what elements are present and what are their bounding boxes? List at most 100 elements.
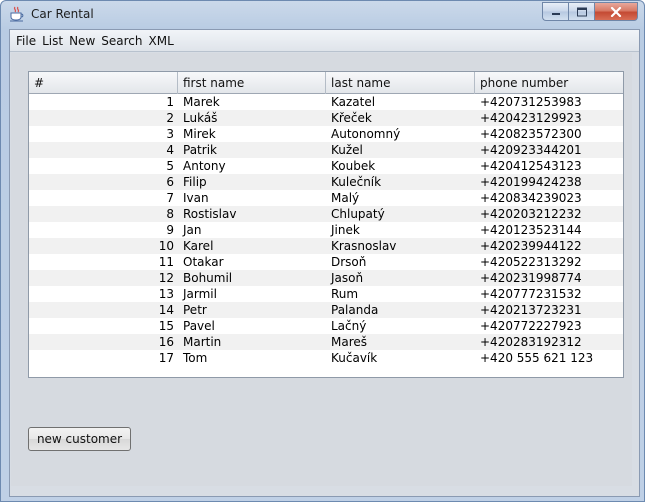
cell-first-name: Rostislav bbox=[183, 207, 237, 221]
new-customer-button[interactable]: new customer bbox=[28, 427, 131, 451]
cell-phone-number: +420199424238 bbox=[480, 175, 582, 189]
cell-last-name: Mareš bbox=[331, 335, 368, 349]
menu-search[interactable]: Search bbox=[98, 31, 145, 51]
cell-phone-number: +420231998774 bbox=[480, 271, 582, 285]
cell-first-name: Antony bbox=[183, 159, 226, 173]
cell-first-name: Karel bbox=[183, 239, 214, 253]
cell-last-name: Autonomný bbox=[331, 127, 401, 141]
cell-number: 11 bbox=[158, 255, 174, 269]
table-row[interactable]: 2 Lukáš Křeček +420423129923 bbox=[29, 110, 623, 126]
cell-last-name: Malý bbox=[331, 191, 360, 205]
cell-last-name: Palanda bbox=[331, 303, 379, 317]
app-window: Car Rental File List New Search XML # fi… bbox=[0, 0, 645, 502]
table-row[interactable]: 5 Antony Koubek +420412543123 bbox=[29, 158, 623, 174]
column-header-first-name[interactable]: first name bbox=[178, 72, 326, 94]
menu-file[interactable]: File bbox=[13, 31, 39, 51]
cell-phone-number: +420239944122 bbox=[480, 239, 582, 253]
cell-number: 5 bbox=[166, 159, 174, 173]
cell-number: 6 bbox=[166, 175, 174, 189]
cell-first-name: Filip bbox=[183, 175, 207, 189]
table-row[interactable]: 8 Rostislav Chlupatý +420203212232 bbox=[29, 206, 623, 222]
cell-number: 8 bbox=[166, 207, 174, 221]
cell-last-name: Kužel bbox=[331, 143, 363, 157]
cell-last-name: Koubek bbox=[331, 159, 376, 173]
cell-first-name: Petr bbox=[183, 303, 207, 317]
minimize-icon bbox=[551, 12, 560, 15]
table-row[interactable]: 9 Jan Jinek +420123523144 bbox=[29, 222, 623, 238]
cell-first-name: Pavel bbox=[183, 319, 215, 333]
cell-phone-number: +420834239023 bbox=[480, 191, 582, 205]
cell-number: 2 bbox=[166, 111, 174, 125]
table-row[interactable]: 4 Patrik Kužel +420923344201 bbox=[29, 142, 623, 158]
cell-last-name: Kulečník bbox=[331, 175, 382, 189]
cell-number: 15 bbox=[158, 319, 174, 333]
cell-number: 16 bbox=[158, 335, 174, 349]
menu-list[interactable]: List bbox=[39, 31, 66, 51]
maximize-icon bbox=[576, 7, 587, 16]
cell-number: 14 bbox=[158, 303, 174, 317]
table-row[interactable]: 1 Marek Kazatel +420731253983 bbox=[29, 94, 623, 110]
window-title: Car Rental bbox=[31, 7, 94, 21]
menu-new[interactable]: New bbox=[66, 31, 98, 51]
cell-last-name: Kučavík bbox=[331, 351, 378, 365]
table-row[interactable]: 6 Filip Kulečník +420199424238 bbox=[29, 174, 623, 190]
cell-first-name: Ivan bbox=[183, 191, 209, 205]
cell-number: 12 bbox=[158, 271, 174, 285]
cell-phone-number: +420 555 621 123 bbox=[480, 351, 594, 365]
cell-phone-number: +420823572300 bbox=[480, 127, 582, 141]
cell-first-name: Lukáš bbox=[183, 111, 218, 125]
content-panel: # first name last name phone number 1 Mar… bbox=[11, 53, 632, 486]
table-header: # first name last name phone number bbox=[29, 72, 623, 94]
table-row[interactable]: 17 Tom Kučavík +420 555 621 123 bbox=[29, 350, 623, 366]
cell-phone-number: +420522313292 bbox=[480, 255, 582, 269]
menu-xml[interactable]: XML bbox=[146, 31, 177, 51]
table-row[interactable]: 12 Bohumil Jasoň +420231998774 bbox=[29, 270, 623, 286]
title-bar[interactable]: Car Rental bbox=[1, 1, 644, 29]
column-header-phone-number[interactable]: phone number bbox=[475, 72, 623, 94]
menu-bar: File List New Search XML bbox=[10, 30, 639, 52]
table-row[interactable]: 11 Otakar Drsoň +420522313292 bbox=[29, 254, 623, 270]
cell-last-name: Jinek bbox=[331, 223, 360, 237]
cell-phone-number: +420423129923 bbox=[480, 111, 582, 125]
cell-phone-number: +420923344201 bbox=[480, 143, 582, 157]
column-header-number[interactable]: # bbox=[29, 72, 178, 94]
cell-last-name: Kazatel bbox=[331, 95, 376, 109]
table-row[interactable]: 3 Mirek Autonomný +420823572300 bbox=[29, 126, 623, 142]
cell-number: 1 bbox=[166, 95, 174, 109]
cell-last-name: Lačný bbox=[331, 319, 367, 333]
table-row[interactable]: 16 Martin Mareš +420283192312 bbox=[29, 334, 623, 350]
cell-number: 7 bbox=[166, 191, 174, 205]
cell-first-name: Jan bbox=[183, 223, 202, 237]
cell-number: 3 bbox=[166, 127, 174, 141]
cell-phone-number: +420213723231 bbox=[480, 303, 582, 317]
column-header-last-name[interactable]: last name bbox=[326, 72, 475, 94]
table-body: 1 Marek Kazatel +420731253983 2 Lukáš Křeček +4… bbox=[29, 94, 623, 366]
close-button[interactable] bbox=[594, 2, 638, 21]
table-row[interactable]: 14 Petr Palanda +420213723231 bbox=[29, 302, 623, 318]
table-row[interactable]: 13 Jarmil Rum +420777231532 bbox=[29, 286, 623, 302]
cell-phone-number: +420203212232 bbox=[480, 207, 582, 221]
cell-phone-number: +420412543123 bbox=[480, 159, 582, 173]
cell-phone-number: +420123523144 bbox=[480, 223, 582, 237]
cell-first-name: Marek bbox=[183, 95, 220, 109]
cell-first-name: Martin bbox=[183, 335, 222, 349]
table-row[interactable]: 7 Ivan Malý +420834239023 bbox=[29, 190, 623, 206]
cell-phone-number: +420731253983 bbox=[480, 95, 582, 109]
cell-last-name: Krasnoslav bbox=[331, 239, 397, 253]
cell-number: 9 bbox=[166, 223, 174, 237]
cell-first-name: Patrik bbox=[183, 143, 217, 157]
cell-first-name: Bohumil bbox=[183, 271, 233, 285]
cell-first-name: Jarmil bbox=[183, 287, 217, 301]
cell-number: 4 bbox=[166, 143, 174, 157]
java-cup-icon[interactable] bbox=[9, 6, 25, 22]
maximize-button[interactable] bbox=[568, 2, 594, 21]
cell-phone-number: +420777231532 bbox=[480, 287, 582, 301]
minimize-button[interactable] bbox=[542, 2, 568, 21]
table-row[interactable]: 10 Karel Krasnoslav +420239944122 bbox=[29, 238, 623, 254]
cell-first-name: Tom bbox=[183, 351, 208, 365]
cell-number: 17 bbox=[158, 351, 174, 365]
customer-table[interactable]: # first name last name phone number 1 Mar… bbox=[28, 71, 624, 378]
cell-last-name: Jasoň bbox=[331, 271, 364, 285]
table-row[interactable]: 15 Pavel Lačný +420772227923 bbox=[29, 318, 623, 334]
client-area: File List New Search XML # first name la… bbox=[9, 29, 640, 497]
